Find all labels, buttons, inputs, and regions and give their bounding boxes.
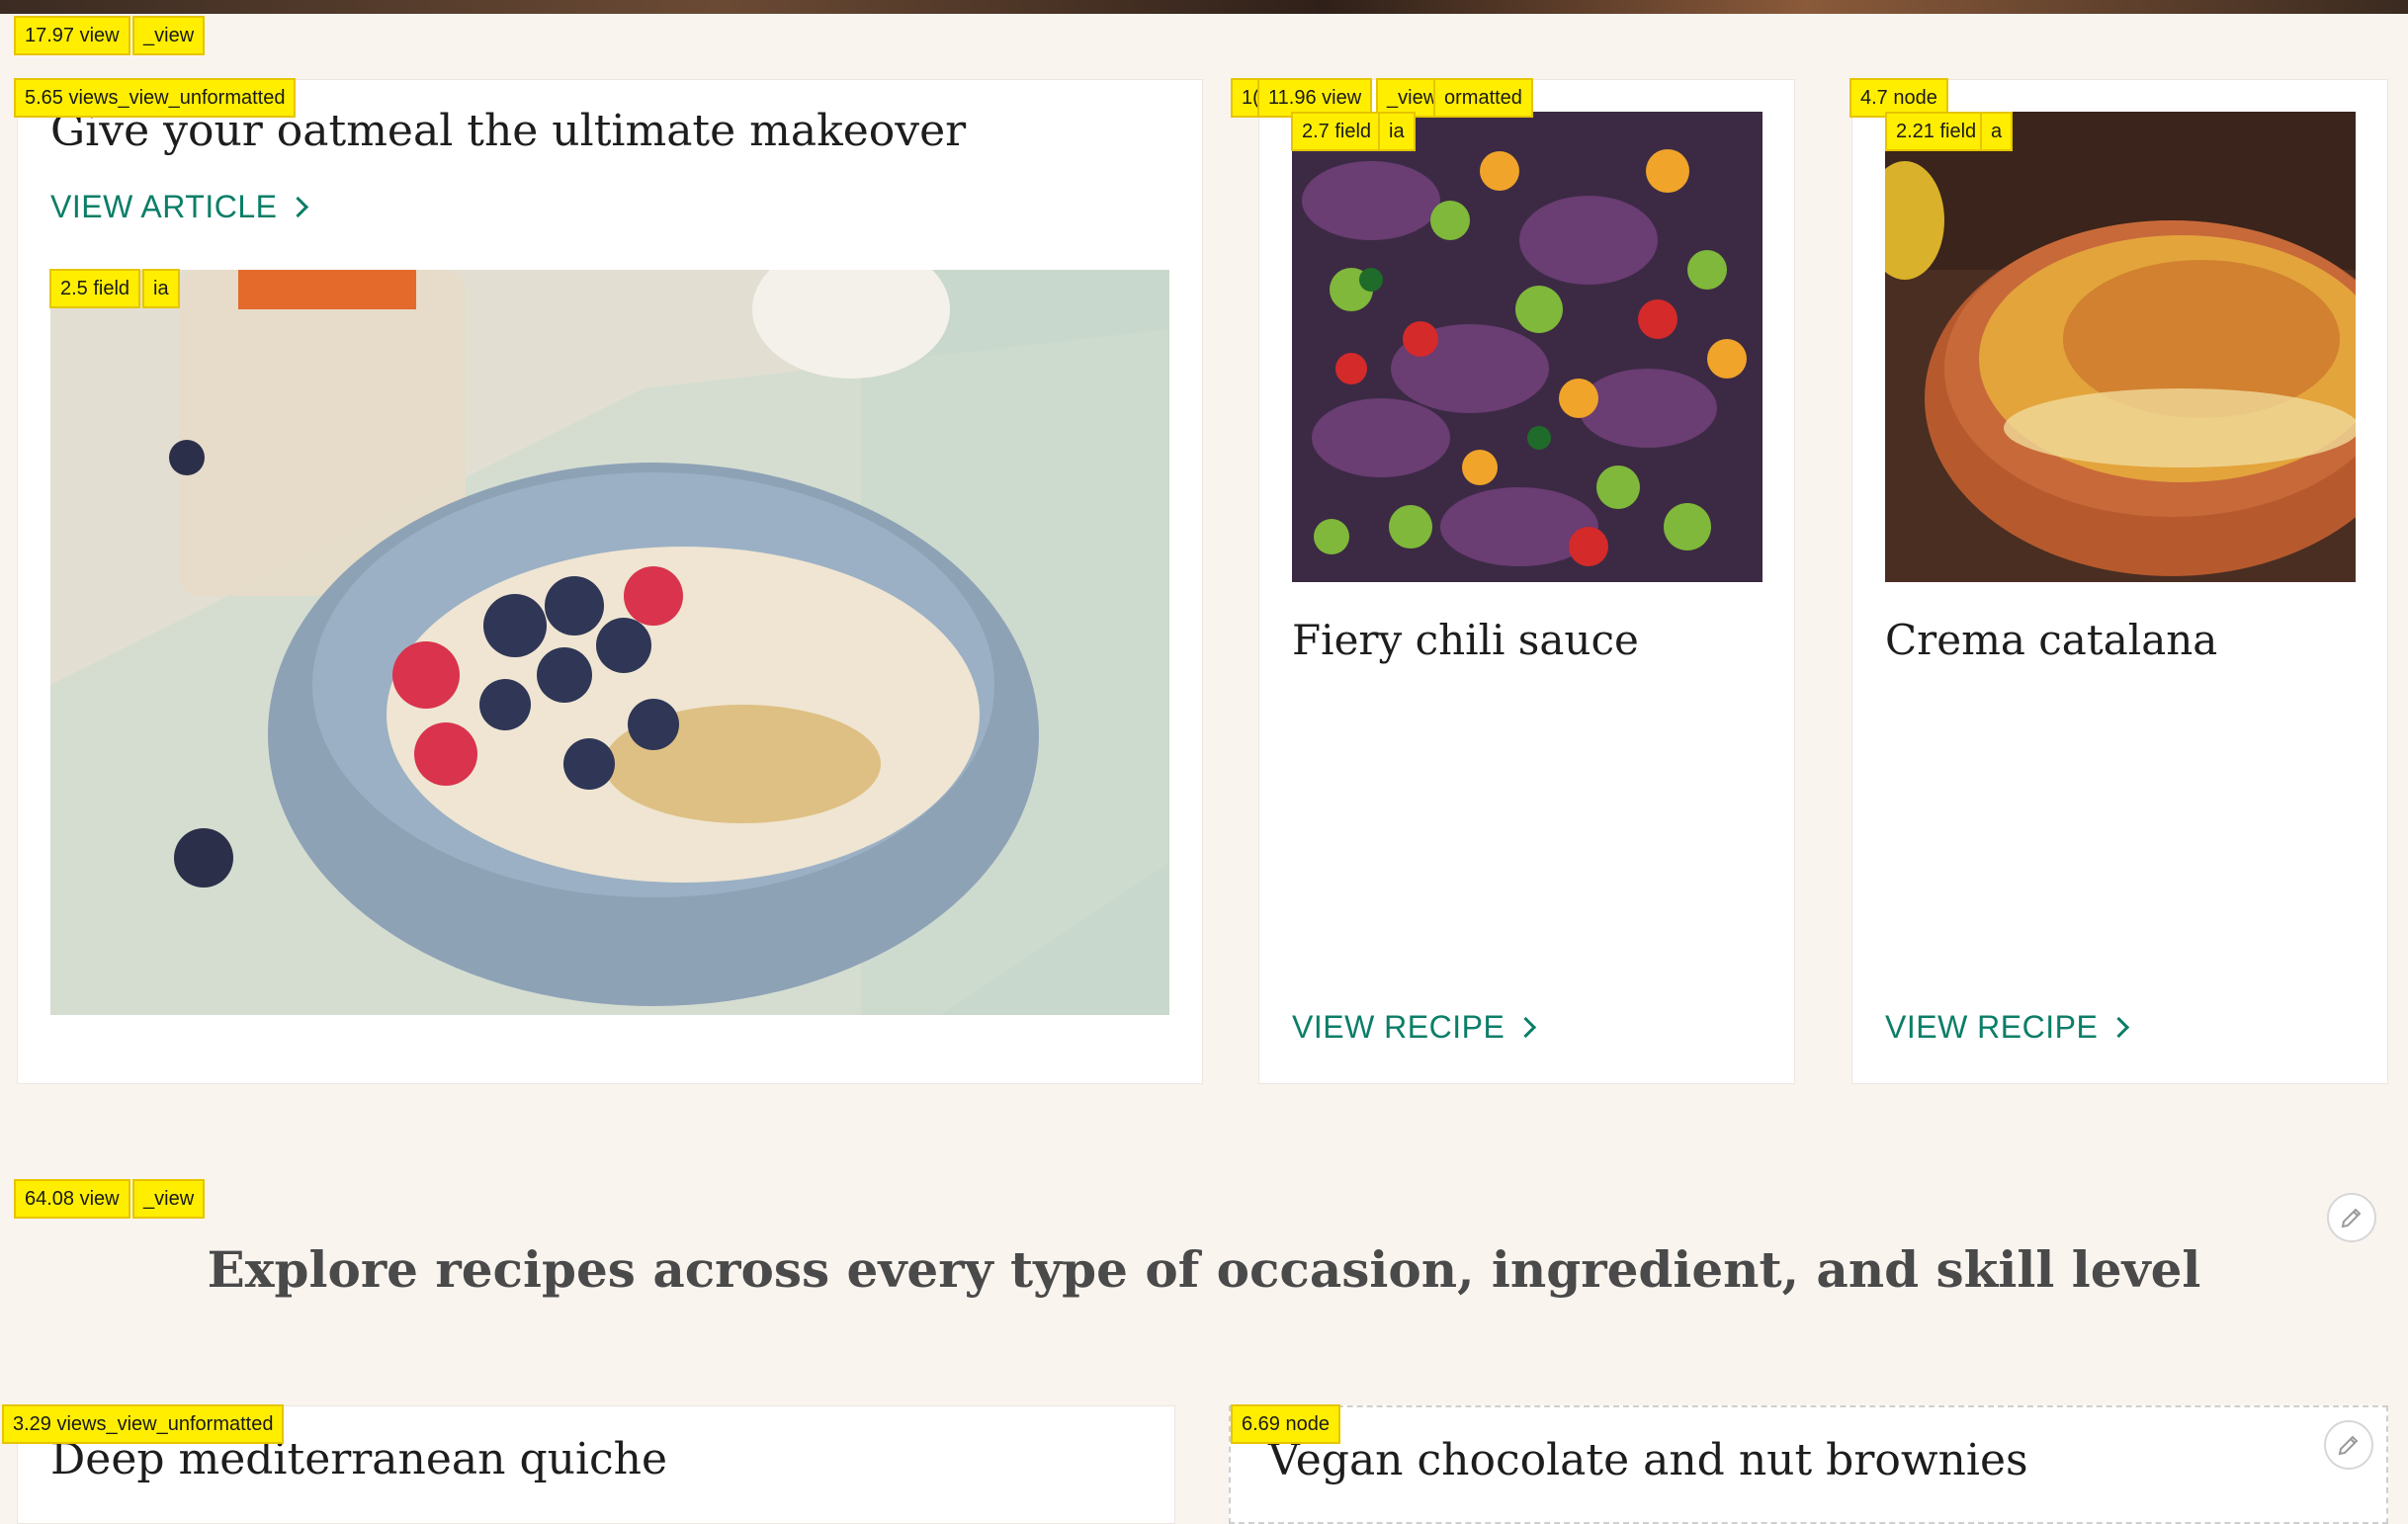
recipe-card-fiery-chili-sauce: Fiery chili sauce VIEW RECIPE [1258, 79, 1795, 1084]
view-article-label: VIEW ARTICLE [50, 189, 278, 224]
recipe-card-crema-catalana: Crema catalana VIEW RECIPE [1851, 79, 2388, 1084]
debug-tag: _view [132, 16, 206, 55]
debug-tag: a [1980, 112, 2014, 151]
recipe-card-title[interactable]: Fiery chili sauce [1292, 616, 1639, 664]
featured-article-card: Give your oatmeal the ultimate makeover … [17, 79, 1203, 1084]
chevron-right-icon [2108, 1016, 2130, 1039]
chevron-right-icon [288, 196, 309, 218]
debug-tag: ia [1378, 112, 1416, 151]
debug-tag: 3.29 views_view_unformatted [2, 1404, 285, 1444]
debug-tag: 6.69 node [1231, 1404, 1340, 1444]
view-recipe-link[interactable]: VIEW RECIPE [1292, 1009, 1537, 1046]
recipe-card-title[interactable]: Crema catalana [1885, 616, 2217, 664]
debug-tag: 2.5 field [49, 269, 141, 308]
edit-button[interactable] [2327, 1193, 2376, 1242]
debug-tag: 2.7 field [1291, 112, 1383, 151]
debug-tag: ia [142, 269, 180, 308]
bottom-card-brownies: Vegan chocolate and nut brownies [1229, 1405, 2388, 1524]
pencil-icon [2341, 1208, 2362, 1228]
pencil-icon [2338, 1435, 2359, 1456]
chevron-right-icon [1515, 1016, 1537, 1039]
view-article-link[interactable]: VIEW ARTICLE [50, 189, 309, 225]
view-recipe-label: VIEW RECIPE [1885, 1009, 2099, 1045]
crema-catalana-image[interactable] [1885, 112, 2356, 582]
view-recipe-label: VIEW RECIPE [1292, 1009, 1505, 1045]
hero-image-strip [0, 0, 2408, 14]
debug-tag: _view [132, 1179, 206, 1219]
chili-sauce-image[interactable] [1292, 112, 1763, 582]
debug-tag: 2.21 field [1885, 112, 1988, 151]
debug-tag: 5.65 views_view_unformatted [14, 78, 297, 118]
debug-tag: ormatted [1433, 78, 1533, 118]
view-recipe-link[interactable]: VIEW RECIPE [1885, 1009, 2130, 1046]
edit-button[interactable] [2324, 1420, 2373, 1470]
section-heading: Explore recipes across every type of occ… [207, 1240, 2201, 1299]
debug-tag: 64.08 view [14, 1179, 130, 1219]
oatmeal-bowl-image[interactable] [50, 270, 1169, 1015]
bottom-card-title[interactable]: Vegan chocolate and nut brownies [1268, 1435, 2028, 1485]
debug-tag: 17.97 view [14, 16, 130, 55]
